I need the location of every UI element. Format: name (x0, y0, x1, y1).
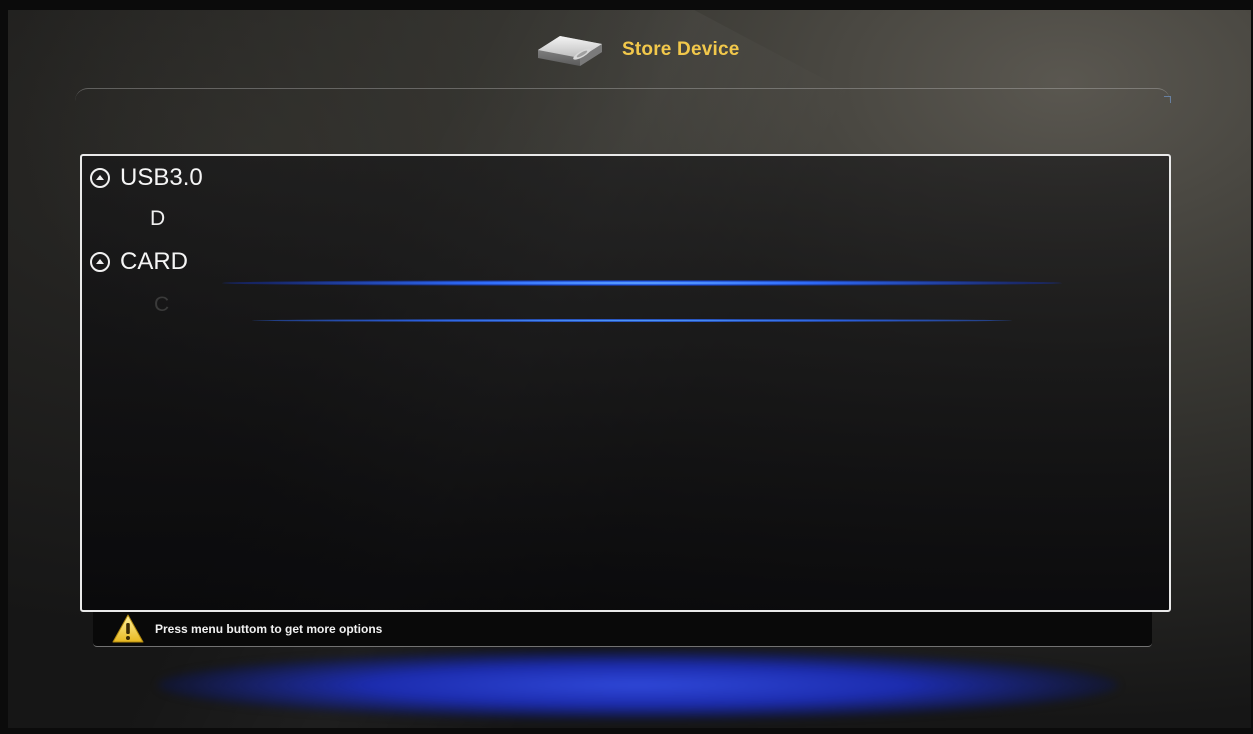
hard-drive-icon (538, 36, 602, 66)
warning-icon (112, 614, 144, 643)
header: Store Device (530, 28, 740, 72)
tv-screen: Store Device USB3.0 D CARD C Press menu … (8, 10, 1251, 728)
device-list-panel: USB3.0 D CARD C (80, 154, 1171, 612)
bottom-glow (158, 650, 1118, 720)
collapse-icon[interactable] (90, 252, 110, 272)
tree-group-card[interactable]: CARD (90, 246, 188, 278)
status-message: Press menu buttom to get more options (155, 622, 383, 636)
status-bar: Press menu buttom to get more options (93, 612, 1152, 647)
selection-highlight-top (222, 280, 1062, 286)
tree-group-label: USB3.0 (120, 164, 203, 191)
top-divider (75, 88, 1170, 101)
tree-group-usb[interactable]: USB3.0 (90, 162, 203, 194)
tree-item-d[interactable]: D (150, 204, 165, 234)
tree-item-c[interactable]: C (154, 290, 169, 320)
tree-group-label: CARD (120, 248, 189, 275)
selection-highlight-bottom (252, 319, 1012, 322)
page-title: Store Device (622, 39, 740, 60)
tree-item-label: D (150, 207, 166, 230)
tree-item-label: C (154, 293, 170, 316)
collapse-icon[interactable] (90, 168, 110, 188)
corner-accent (1164, 96, 1171, 103)
